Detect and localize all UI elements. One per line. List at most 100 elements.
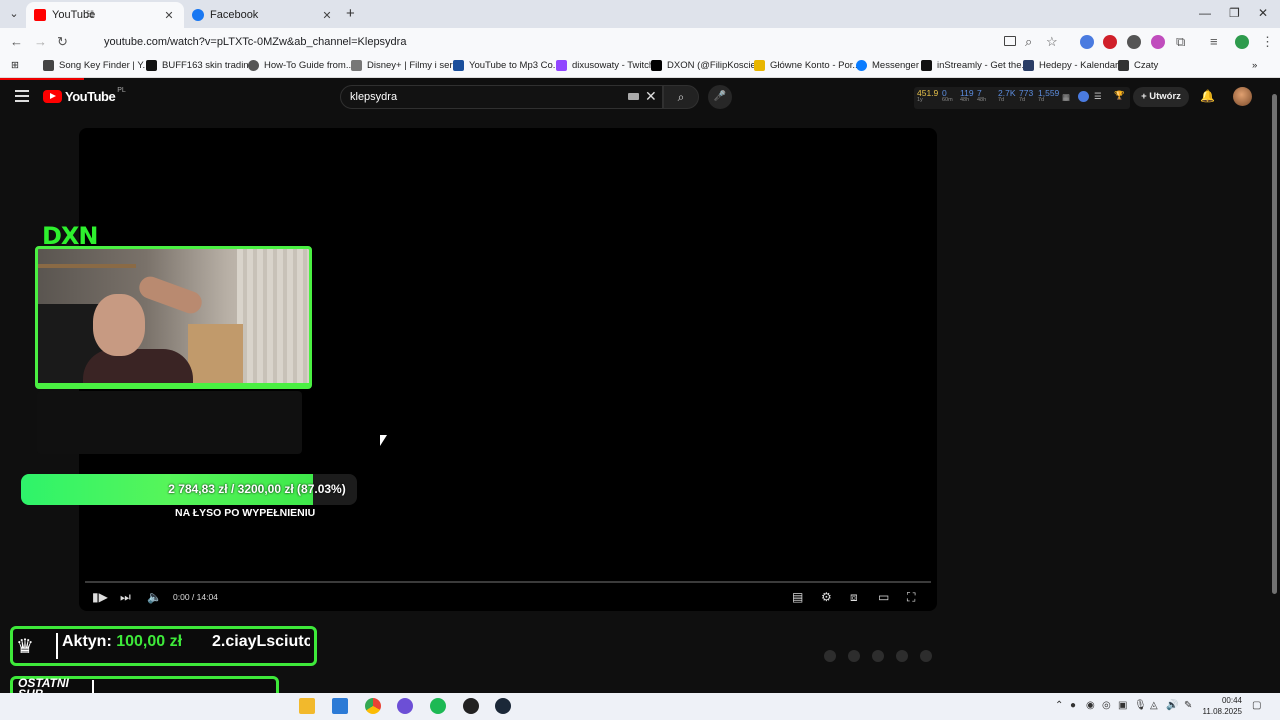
bookmark-item[interactable]: YouTube to Mp3 Co... [453, 60, 561, 71]
carousel-dot[interactable] [896, 650, 908, 662]
microphone-tray-icon[interactable]: 🎙 [1134, 700, 1147, 711]
tray-overflow-icon[interactable]: ⌃ [1055, 700, 1063, 711]
fullscreen-icon[interactable]: ⛶ [907, 590, 915, 605]
goal-label: NA ŁYSO PO WYPEŁNIENIU [175, 507, 316, 519]
shield-extension-icon[interactable] [1151, 35, 1165, 49]
close-window-icon[interactable]: ✕ [1258, 6, 1268, 20]
carousel-dot[interactable] [872, 650, 884, 662]
bookmark-item[interactable]: How-To Guide from... [248, 60, 354, 71]
app-icon[interactable] [397, 698, 413, 714]
spotify-icon[interactable] [430, 698, 446, 714]
extension-icon[interactable] [1127, 35, 1141, 49]
notification-center-icon[interactable]: ▢ [1252, 700, 1261, 711]
install-app-icon[interactable] [1004, 36, 1016, 46]
country-code: PL [117, 87, 126, 94]
tab-title: Facebook [210, 9, 259, 21]
bookmark-favicon-icon [146, 60, 157, 71]
site-info-icon[interactable]: ☷ [86, 9, 94, 20]
hamburger-menu-icon[interactable] [15, 90, 29, 102]
voice-search-button[interactable]: 🎤 [708, 85, 732, 109]
play-pause-icon[interactable]: ▮▶ [92, 590, 108, 604]
steam-icon[interactable] [495, 698, 511, 714]
extensions-puzzle-icon[interactable]: ⧉ [1176, 34, 1185, 50]
logo-text: YouTube [65, 89, 116, 104]
url-field[interactable]: youtube.com/watch?v=pLTXTc-0MZw&ab_chann… [80, 31, 1065, 53]
bookmark-item[interactable]: Czaty [1118, 60, 1158, 71]
notifications-bell-icon[interactable]: 🔔 [1200, 89, 1215, 103]
tray-icon[interactable]: ▣ [1118, 700, 1127, 711]
bookmark-favicon-icon [351, 60, 362, 71]
chrome-icon[interactable] [365, 698, 381, 714]
youtube-logo[interactable]: YouTube PL [43, 87, 126, 104]
bookmark-item[interactable]: DXON (@FilipKoscie... [651, 60, 764, 71]
todo-app-icon[interactable] [332, 698, 348, 714]
taskbar-clock[interactable]: 00:44 11.08.2025 [1198, 695, 1242, 717]
bookmark-item[interactable]: Song Key Finder | Y... [43, 60, 150, 71]
bookmark-item[interactable]: Messenger [856, 60, 919, 71]
search-input[interactable]: klepsydra [340, 85, 663, 109]
opera-extension-icon[interactable] [1103, 35, 1117, 49]
bookmarks-bar: ⊞ Song Key Finder | Y... BUFF163 skin tr… [0, 56, 1280, 78]
stat-value: 1,559 7d [1038, 88, 1060, 103]
tab-youtube[interactable]: YouTube ✕ [26, 2, 184, 28]
bookmark-item[interactable]: Hedepy - Kalendarz [1023, 60, 1123, 71]
page-scrollbar[interactable] [1270, 86, 1278, 596]
apps-grid-icon[interactable]: ⊞ [11, 60, 19, 71]
chrome-menu-icon[interactable]: ⋮ [1261, 34, 1274, 50]
keyboard-icon[interactable] [628, 93, 639, 100]
restore-icon[interactable]: ❐ [1229, 6, 1240, 20]
bookmark-item[interactable]: Główne Konto - Por... [754, 60, 860, 71]
video-progress-bar[interactable] [85, 581, 931, 583]
extension-icon[interactable] [1078, 91, 1089, 102]
trophy-icon[interactable]: 🏆 [1114, 90, 1125, 101]
reload-icon[interactable]: ↻ [57, 34, 68, 50]
volume-tray-icon[interactable]: 🔊 [1166, 700, 1178, 711]
extension-icon[interactable] [1080, 35, 1094, 49]
tray-icon[interactable]: ● [1070, 700, 1076, 711]
volume-icon[interactable]: 🔈 [147, 590, 162, 604]
tray-icon[interactable]: ◉ [1086, 700, 1095, 711]
back-icon[interactable]: ← [10, 34, 23, 49]
close-tab-icon[interactable]: ✕ [320, 9, 334, 22]
twitch-icon [556, 60, 567, 71]
carousel-dot[interactable] [824, 650, 836, 662]
zoom-icon[interactable]: ⌕ [1025, 34, 1032, 50]
tray-icon[interactable]: ◎ [1102, 700, 1111, 711]
subtitles-icon[interactable]: ▤ [792, 590, 803, 604]
bookmark-item[interactable]: inStreamly - Get the... [921, 60, 1029, 71]
minimize-icon[interactable]: — [1199, 6, 1211, 20]
bookmark-item[interactable]: dixusowaty - Twitch [556, 60, 654, 71]
profile-avatar[interactable] [1235, 35, 1249, 49]
new-tab-button[interactable]: + [346, 5, 355, 22]
file-explorer-icon[interactable] [299, 698, 315, 714]
create-label: Utwórz [1149, 91, 1181, 102]
bookmark-item[interactable]: Disney+ | Filmy i ser... [351, 60, 460, 71]
tab-search-chevron-icon[interactable]: ⌄ [6, 6, 22, 22]
list-icon[interactable]: ☰ [1094, 91, 1102, 102]
close-tab-icon[interactable]: ✕ [162, 9, 176, 22]
settings-gear-icon[interactable]: ⚙ [821, 590, 832, 604]
more-bookmarks-icon[interactable]: » [1252, 60, 1257, 71]
bookmark-item[interactable]: BUFF163 skin tradin... [146, 60, 257, 71]
miniplayer-icon[interactable]: ⧈ [850, 590, 858, 605]
search-button[interactable]: ⌕ [663, 85, 699, 109]
clear-search-icon[interactable]: ✕ [645, 88, 657, 105]
next-video-icon[interactable]: ⏭ [120, 590, 131, 605]
forward-icon[interactable]: → [34, 34, 47, 49]
pen-icon[interactable]: ✎ [1184, 700, 1192, 711]
bookmark-label: DXON (@FilipKoscie... [667, 60, 764, 71]
tab-facebook[interactable]: Facebook ✕ [184, 2, 342, 28]
carousel-dot[interactable] [920, 650, 932, 662]
media-icon[interactable]: ≡ [1210, 34, 1218, 49]
bookmark-label: Messenger [872, 60, 919, 71]
create-button[interactable]: + Utwórz [1133, 87, 1189, 107]
theater-mode-icon[interactable]: ▭ [878, 590, 889, 604]
bookmark-label: dixusowaty - Twitch [572, 60, 655, 71]
network-icon[interactable]: ◬ [1150, 700, 1158, 711]
youtube-favicon-icon [34, 9, 46, 21]
app-icon[interactable] [463, 698, 479, 714]
bookmark-star-icon[interactable]: ☆ [1046, 34, 1058, 50]
carousel-dot[interactable] [848, 650, 860, 662]
account-avatar[interactable] [1233, 87, 1252, 106]
grid-icon[interactable]: ▦ [1062, 92, 1070, 103]
